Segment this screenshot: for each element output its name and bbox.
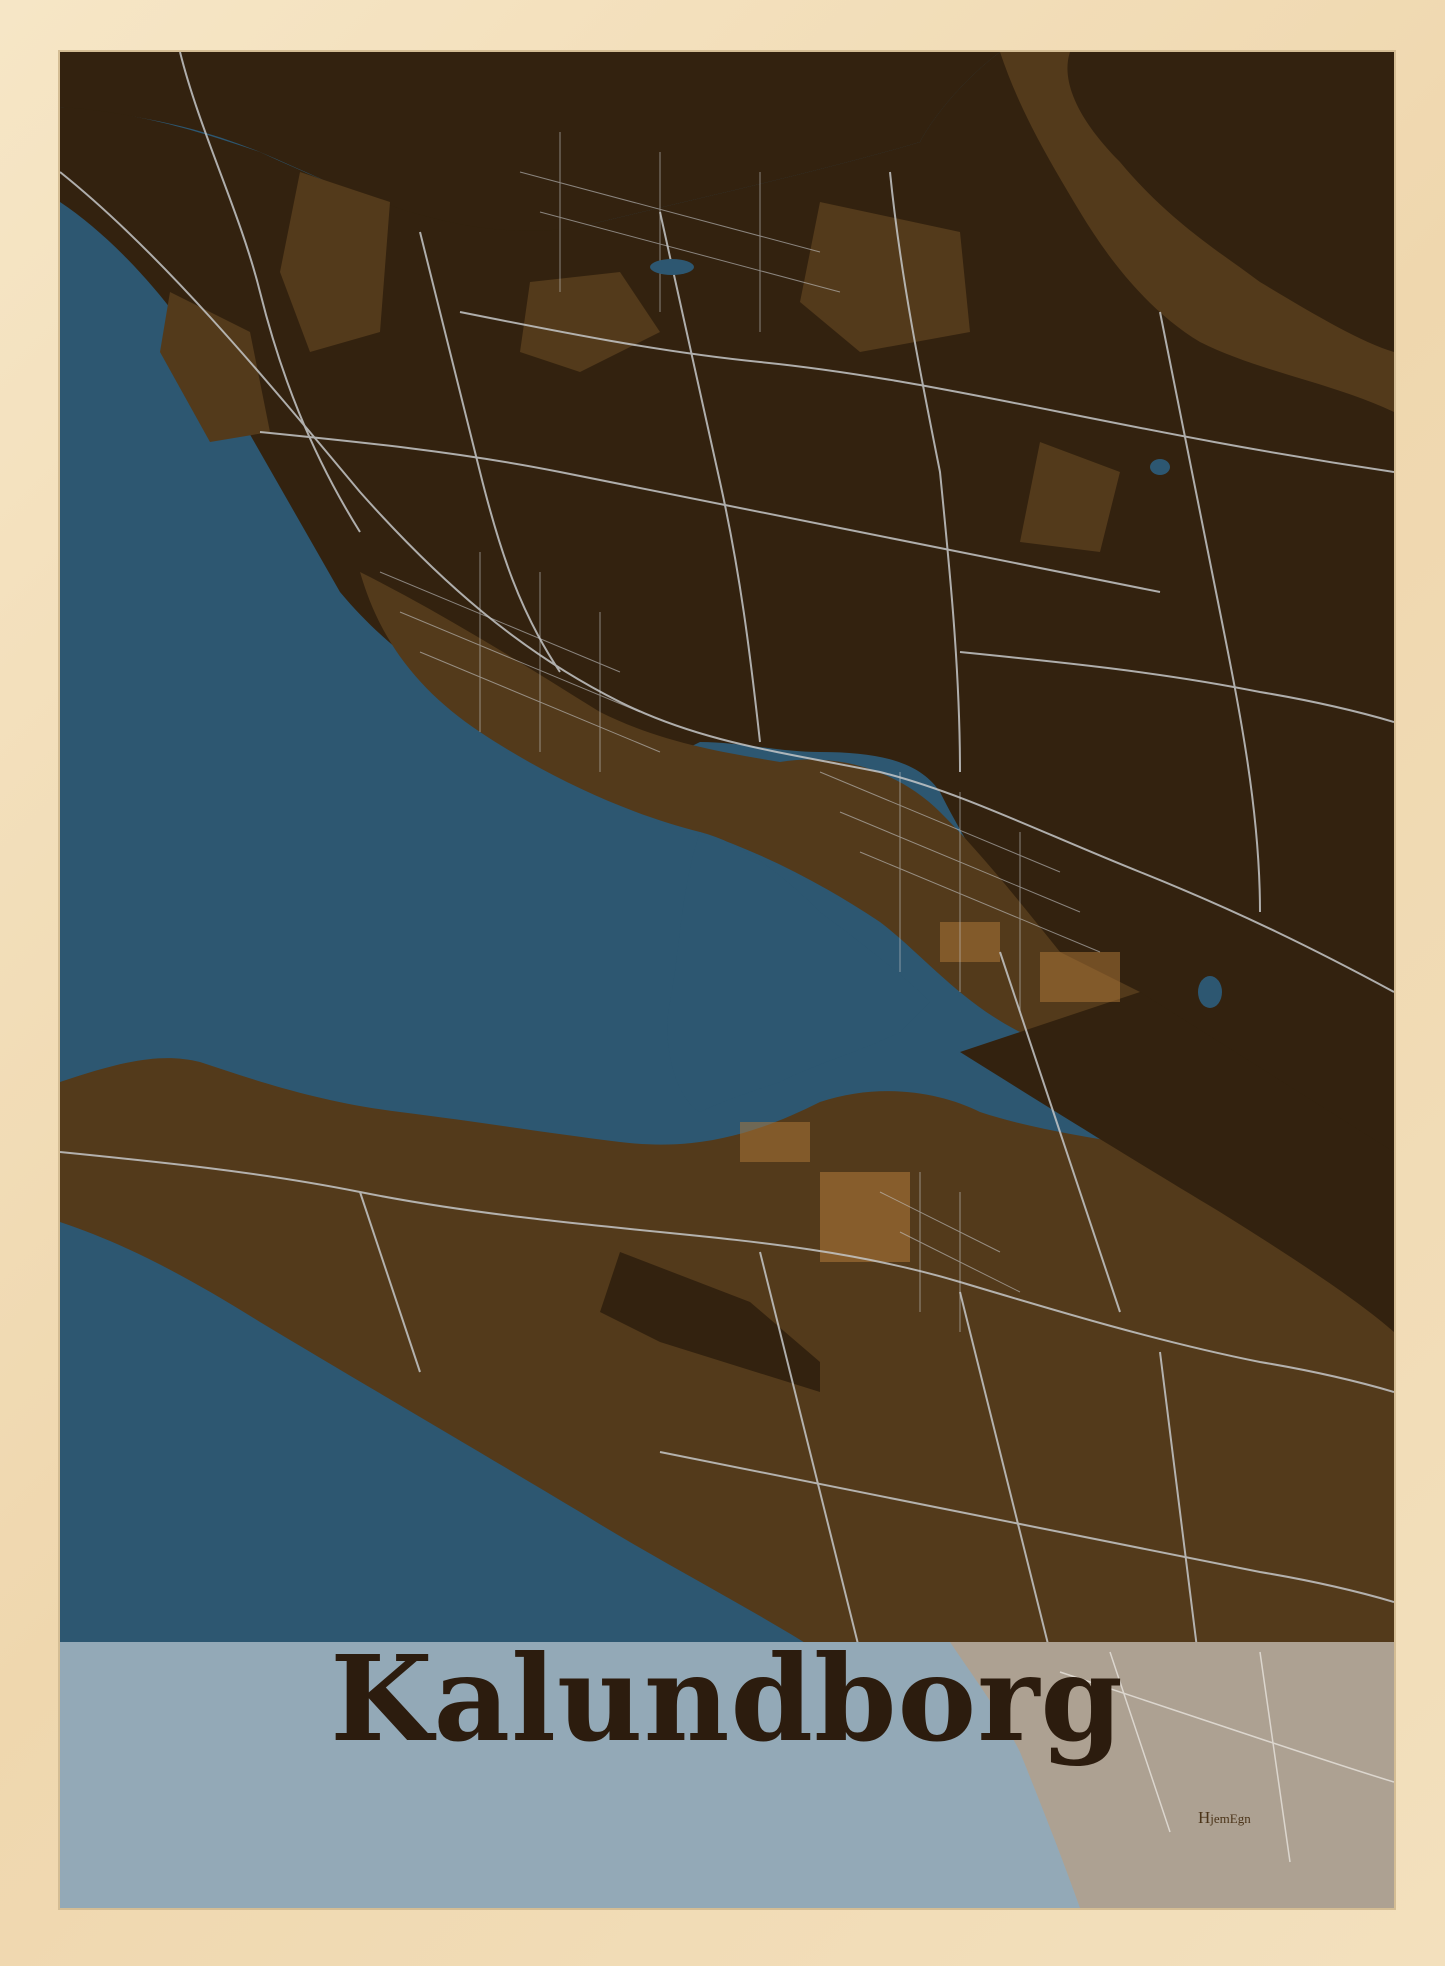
industrial-area	[940, 922, 1000, 962]
brand-name: jemEgn	[1210, 1811, 1251, 1826]
brand-initial: H	[1198, 1808, 1211, 1827]
industrial-area	[740, 1122, 810, 1162]
city-title: Kalundborg	[330, 1629, 1124, 1768]
lake	[1198, 976, 1222, 1008]
lake	[1150, 459, 1170, 475]
industrial-area	[1040, 952, 1120, 1002]
industrial-area	[820, 1172, 910, 1262]
lake	[650, 259, 694, 275]
brand-logo: HjemEgn	[1198, 1808, 1251, 1828]
